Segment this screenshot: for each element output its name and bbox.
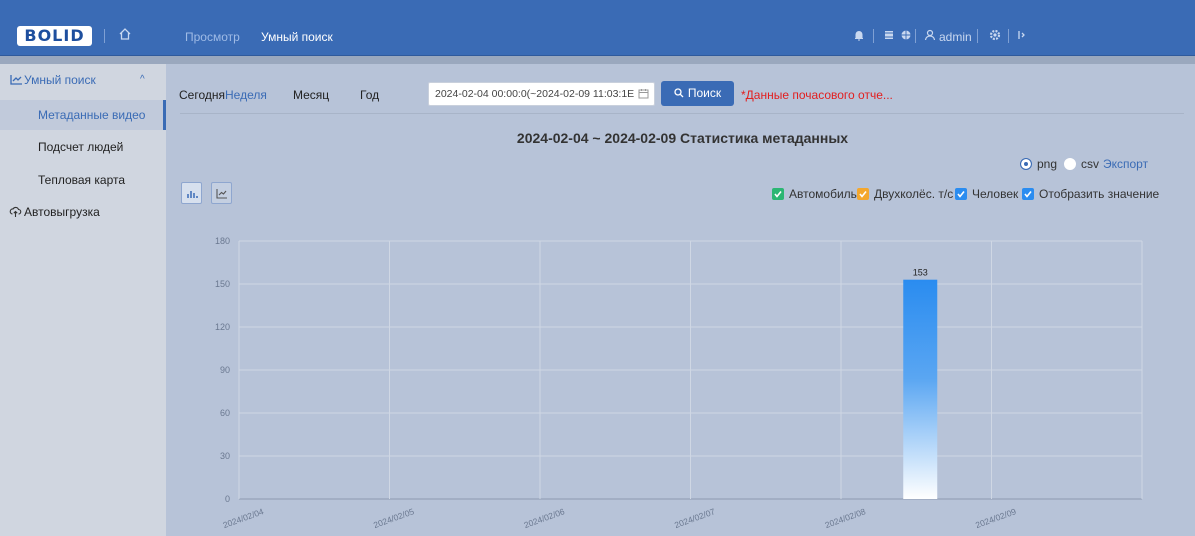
divider xyxy=(915,29,916,43)
divider xyxy=(1008,29,1009,43)
cloud-upload-icon xyxy=(9,206,22,217)
divider xyxy=(104,29,105,43)
y-tick-label: 60 xyxy=(220,408,230,418)
sidebar: Умный поиск ^ Метаданные видео Подсчет л… xyxy=(0,64,166,536)
username[interactable]: admin xyxy=(939,30,972,44)
top-bar: BOLID Просмотр Умный поиск admin xyxy=(0,0,1195,56)
x-tick-label: 2024/02/06 xyxy=(523,506,567,530)
bar-value-label: 153 xyxy=(913,268,928,278)
y-tick-label: 30 xyxy=(220,451,230,461)
logo: BOLID xyxy=(17,26,92,46)
film-icon[interactable] xyxy=(882,28,896,42)
home-icon[interactable] xyxy=(118,27,132,41)
divider xyxy=(873,29,874,43)
x-tick-label: 2024/02/05 xyxy=(372,506,416,530)
gear-icon[interactable] xyxy=(988,28,1002,42)
nav-item-smart-search[interactable]: Умный поиск xyxy=(261,30,333,44)
y-tick-label: 0 xyxy=(225,494,230,504)
sidebar-item-heat-map[interactable]: Тепловая карта xyxy=(0,165,166,195)
sidebar-group-smart-search[interactable]: Умный поиск xyxy=(24,73,96,87)
y-tick-label: 180 xyxy=(215,236,230,246)
main-panel: Сегодня Неделя Месяц Год 2024-02-04 00:0… xyxy=(170,64,1195,536)
sidebar-item-people-counting[interactable]: Подсчет людей xyxy=(0,132,166,162)
header-strip xyxy=(0,56,1195,64)
y-tick-label: 90 xyxy=(220,365,230,375)
y-tick-label: 120 xyxy=(215,322,230,332)
chart-line-icon xyxy=(10,75,22,85)
x-tick-label: 2024/02/07 xyxy=(673,506,717,530)
x-tick-label: 2024/02/04 xyxy=(222,506,266,530)
sidebar-item-auto-upload[interactable]: Автовыгрузка xyxy=(24,205,100,219)
bar xyxy=(903,279,938,499)
divider xyxy=(977,29,978,43)
logout-icon[interactable] xyxy=(1014,28,1028,42)
x-tick-label: 2024/02/09 xyxy=(974,506,1018,530)
chevron-up-icon[interactable]: ^ xyxy=(140,74,145,85)
bar-chart: 0 30 60 90 120 150 180 2024/02/04 2024/02/05 2024… xyxy=(215,236,1143,530)
globe-icon[interactable] xyxy=(899,28,913,42)
sidebar-item-video-metadata[interactable]: Метаданные видео xyxy=(0,100,166,130)
bell-icon[interactable] xyxy=(852,28,866,42)
y-tick-label: 150 xyxy=(215,279,230,289)
nav-item-preview[interactable]: Просмотр xyxy=(185,30,240,44)
user-icon[interactable] xyxy=(923,28,937,42)
x-tick-label: 2024/02/08 xyxy=(824,506,868,530)
